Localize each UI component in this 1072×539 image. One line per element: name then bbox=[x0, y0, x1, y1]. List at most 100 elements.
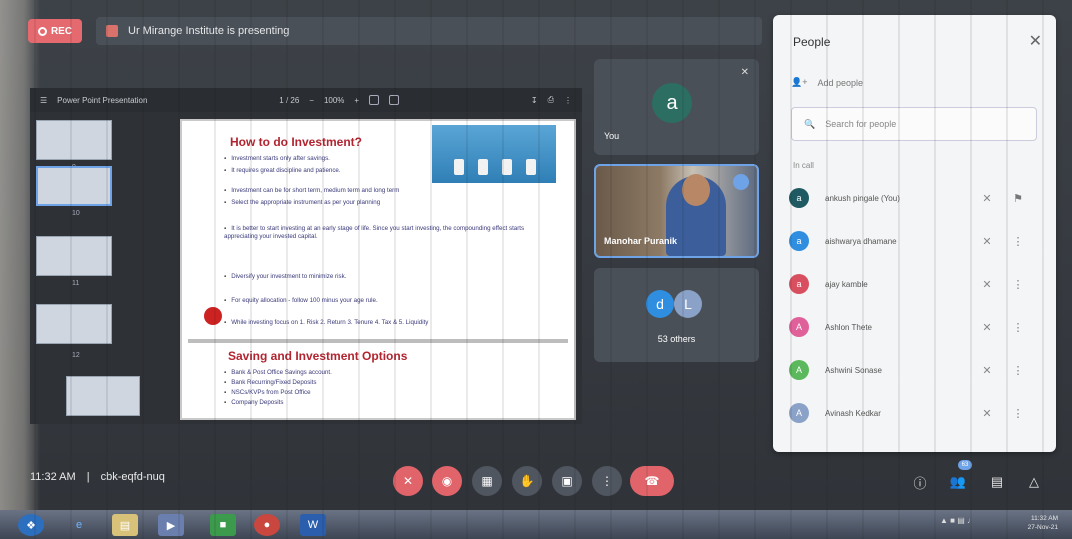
slide-1-bullet: It requires great discipline and patienc… bbox=[224, 167, 340, 174]
thumb-number: 11 bbox=[72, 280, 80, 287]
app-taskbar-icon[interactable]: ■ bbox=[210, 514, 236, 536]
chat-icon: ▤ bbox=[990, 474, 1004, 489]
clock-time: 11:32 AM bbox=[1031, 515, 1058, 522]
raise-hand-button[interactable]: ✋ bbox=[512, 466, 542, 496]
institute-logo bbox=[204, 307, 222, 325]
media-taskbar-icon[interactable]: ▶ bbox=[158, 514, 184, 536]
mic-off-icon[interactable]: ✕ bbox=[977, 407, 997, 420]
camera-off-button[interactable]: ◉ bbox=[432, 466, 462, 496]
search-people-input[interactable]: 🔍 Search for people bbox=[791, 107, 1037, 141]
windows-logo-icon: ❖ bbox=[26, 519, 36, 532]
word-taskbar-icon[interactable]: W bbox=[300, 514, 326, 536]
person-row[interactable]: a ajay kamble ✕ ⋮ bbox=[789, 269, 1045, 299]
slide-1: How to do Investment? Investment starts … bbox=[182, 121, 574, 339]
meeting-code[interactable]: cbk-eqfd-nuq bbox=[101, 471, 165, 483]
ie-taskbar-icon[interactable]: e bbox=[66, 514, 92, 536]
others-avatar: L bbox=[674, 290, 702, 318]
panel-title: People bbox=[793, 35, 831, 49]
folder-icon: ▤ bbox=[119, 519, 131, 532]
more-vert-icon: ⋮ bbox=[601, 474, 613, 488]
more-vert-icon[interactable]: ⋮ bbox=[1011, 321, 1025, 334]
people-panel: People ✕ 👤+ Add people 🔍 Search for peop… bbox=[773, 15, 1056, 452]
slide-1-bullet: For equity allocation - follow 100 minus… bbox=[224, 297, 378, 304]
person-avatar: a bbox=[789, 274, 809, 294]
zoom-display: 100% bbox=[323, 95, 345, 105]
search-placeholder: Search for people bbox=[825, 119, 897, 129]
captions-icon: ▦ bbox=[481, 474, 493, 488]
more-vert-icon[interactable]: ⋮ bbox=[1011, 278, 1025, 291]
more-vert-icon[interactable]: ⋮ bbox=[1011, 235, 1025, 248]
in-call-heading: In call bbox=[793, 161, 814, 170]
mic-off-icon[interactable]: ✕ bbox=[977, 235, 997, 248]
more-vert-icon[interactable]: ⋮ bbox=[1011, 407, 1025, 420]
zoom-out-icon[interactable]: − bbox=[309, 96, 314, 105]
slide-divider bbox=[188, 339, 568, 343]
activities-button[interactable]: △ bbox=[1022, 470, 1046, 494]
people-button[interactable]: 👥 bbox=[946, 470, 970, 494]
word-icon: W bbox=[307, 519, 319, 531]
person-row[interactable]: A Ashlon Thete ✕ ⋮ bbox=[789, 312, 1045, 342]
more-vert-icon[interactable]: ⋮ bbox=[564, 96, 572, 105]
info-icon: ⓘ bbox=[913, 475, 927, 491]
add-people-button[interactable]: 👤+ Add people bbox=[791, 77, 863, 88]
close-icon[interactable]: ✕ bbox=[1029, 31, 1042, 51]
person-row[interactable]: a aishwarya dhamane ✕ ⋮ bbox=[789, 226, 1045, 256]
media-icon: ▶ bbox=[166, 519, 176, 532]
thumb-number: 10 bbox=[72, 210, 80, 217]
taskbar-clock[interactable]: 11:32 AM 27-Nov-21 bbox=[1000, 514, 1058, 532]
person-row[interactable]: A Ashwini Sonase ✕ ⋮ bbox=[789, 355, 1045, 385]
start-button[interactable]: ❖ bbox=[18, 514, 44, 536]
thumbnail[interactable] bbox=[36, 236, 112, 276]
person-name: Avinash Kedkar bbox=[825, 408, 881, 418]
presenter-video-tile[interactable]: Manohar Puranik bbox=[594, 164, 759, 258]
leave-call-button[interactable]: ☎ bbox=[630, 466, 674, 496]
zoom-in-icon[interactable]: + bbox=[354, 96, 359, 105]
ie-icon: e bbox=[75, 519, 83, 531]
thumbnail-selected[interactable] bbox=[36, 166, 112, 206]
slide-1-bullet: Investment can be for short term, medium… bbox=[224, 187, 399, 194]
meeting-details-button[interactable]: ⓘ bbox=[908, 470, 932, 494]
system-tray[interactable]: ▲ ■ ▤ ♩ bbox=[940, 516, 975, 525]
slide-2-title: Saving and Investment Options bbox=[228, 349, 408, 363]
slide-1-bullet: It is better to start investing at an ea… bbox=[224, 225, 544, 241]
slide-1-bullet: Investment starts only after savings. bbox=[224, 155, 330, 162]
rotate-icon[interactable] bbox=[389, 95, 400, 105]
mic-off-icon: ✕ bbox=[740, 67, 749, 78]
thumbnail[interactable] bbox=[36, 120, 112, 160]
meeting-info: 11:32 AM | cbk-eqfd-nuq bbox=[30, 471, 165, 483]
others-tile[interactable]: d L 53 others bbox=[594, 268, 759, 362]
mic-off-icon[interactable]: ✕ bbox=[977, 278, 997, 291]
mic-off-icon[interactable]: ✕ bbox=[977, 321, 997, 334]
chrome-taskbar-icon[interactable]: ● bbox=[254, 514, 280, 536]
person-avatar: a bbox=[789, 188, 809, 208]
explorer-taskbar-icon[interactable]: ▤ bbox=[112, 514, 138, 536]
mic-off-icon[interactable]: ✕ bbox=[977, 192, 997, 205]
person-avatar: A bbox=[789, 403, 809, 423]
fit-page-icon[interactable] bbox=[369, 95, 380, 105]
present-button[interactable]: ▣ bbox=[552, 466, 582, 496]
chrome-icon: ● bbox=[263, 519, 271, 531]
print-icon[interactable]: ⎙ bbox=[548, 95, 554, 105]
slide-2-bullet: Bank Recurring/Fixed Deposits bbox=[224, 379, 316, 386]
more-vert-icon[interactable]: ⋮ bbox=[1011, 364, 1025, 377]
more-options-button[interactable]: ⋮ bbox=[592, 466, 622, 496]
person-row[interactable]: a ankush pingale (You) ✕ ⚑ bbox=[789, 183, 1045, 213]
self-tile[interactable]: ✕ a You bbox=[594, 59, 759, 155]
thumbnail[interactable] bbox=[66, 376, 140, 416]
mic-off-icon[interactable]: ✕ bbox=[977, 364, 997, 377]
mic-off-button[interactable]: ✕ bbox=[393, 466, 423, 496]
thumbnail[interactable] bbox=[36, 304, 112, 344]
person-name: ajay kamble bbox=[825, 279, 868, 289]
thumbnail-strip: 9 10 11 12 bbox=[28, 30, 148, 359]
download-icon[interactable]: ↧ bbox=[531, 96, 538, 105]
pin-icon[interactable]: ⚑ bbox=[1011, 192, 1025, 205]
person-name: Ashlon Thete bbox=[825, 322, 872, 332]
chat-button[interactable]: ▤ bbox=[985, 470, 1009, 494]
person-row[interactable]: A Avinash Kedkar ✕ ⋮ bbox=[789, 398, 1045, 428]
person-name: aishwarya dhamane bbox=[825, 236, 897, 246]
meeting-time: 11:32 AM bbox=[30, 471, 76, 483]
activities-icon: △ bbox=[1029, 474, 1039, 489]
person-name: Ashwini Sonase bbox=[825, 365, 882, 375]
captions-button[interactable]: ▦ bbox=[472, 466, 502, 496]
person-name: ankush pingale (You) bbox=[825, 193, 900, 203]
